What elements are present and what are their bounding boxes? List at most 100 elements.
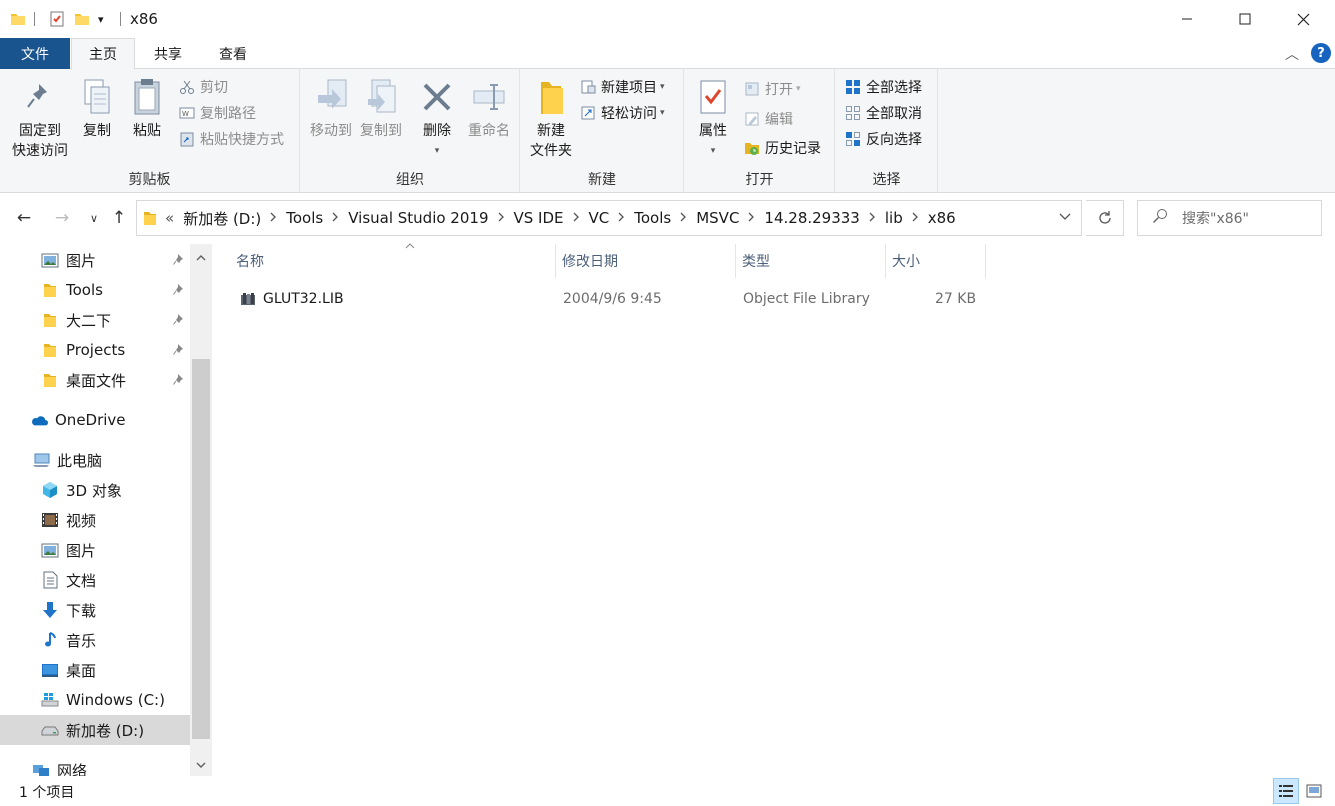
column-header-name[interactable]: 名称 <box>230 241 556 278</box>
sidebar-item-pc-2[interactable]: 图片 <box>0 535 190 565</box>
sidebar-item-quick-1[interactable]: Tools <box>0 275 190 305</box>
invert-selection-button[interactable]: 反向选择 <box>844 127 922 151</box>
column-header-date[interactable]: 修改日期 <box>556 244 736 278</box>
sidebar-item-pc-1[interactable]: 视频 <box>0 505 190 535</box>
maximize-button[interactable] <box>1216 0 1274 38</box>
delete-dropdown-icon[interactable]: ▾ <box>435 141 440 161</box>
refresh-icon[interactable] <box>1086 200 1124 236</box>
sidebar-item-quick-4[interactable]: 桌面文件 <box>0 365 190 395</box>
cut-button[interactable]: 剪切 <box>178 75 228 99</box>
chevron-right-icon[interactable] <box>748 211 755 226</box>
rename-icon <box>471 75 507 119</box>
breadcrumb-item[interactable]: Visual Studio 2019 <box>348 209 488 227</box>
paste-shortcut-button[interactable]: 粘贴快捷方式 <box>178 127 284 151</box>
file-row[interactable]: GLUT32.LIB 2004/9/6 9:45 Object File Lib… <box>230 288 990 310</box>
file-size: 27 KB <box>935 291 977 307</box>
rename-button[interactable]: 重命名 <box>463 75 515 141</box>
copy-to-button[interactable]: 复制到 <box>355 75 407 141</box>
sidebar-item-this-pc[interactable]: 此电脑 <box>0 445 190 475</box>
breadcrumb-item[interactable]: x86 <box>928 209 956 227</box>
new-folder-quick-icon[interactable] <box>74 9 90 29</box>
properties-dropdown-icon[interactable]: ▾ <box>711 141 716 161</box>
file-name: GLUT32.LIB <box>263 291 344 307</box>
new-folder-button[interactable]: 新建 文件夹 <box>525 75 577 161</box>
chevron-right-icon[interactable] <box>573 211 580 226</box>
column-header-type[interactable]: 类型 <box>736 244 886 278</box>
edit-button[interactable]: 编辑 <box>743 107 793 131</box>
chevron-right-icon[interactable] <box>680 211 687 226</box>
breadcrumb-item[interactable]: Tools <box>286 209 323 227</box>
sidebar-item-pc-4[interactable]: 下载 <box>0 595 190 625</box>
minimize-button[interactable] <box>1158 0 1216 38</box>
edit-pencil-icon <box>743 110 761 128</box>
sidebar-item-pc-6[interactable]: 桌面 <box>0 655 190 685</box>
tab-share[interactable]: 共享 <box>138 38 198 69</box>
sidebar-item-quick-3[interactable]: Projects <box>0 335 190 365</box>
nav-scrollbar-thumb[interactable] <box>192 359 210 739</box>
new-item-button[interactable]: 新建项目 ▾ <box>579 75 665 99</box>
scroll-up-arrow-icon[interactable] <box>190 246 212 268</box>
recent-locations-icon[interactable]: ∨ <box>83 206 105 230</box>
search-input[interactable]: 搜索"x86" <box>1182 208 1249 228</box>
paste-button[interactable]: 粘贴 <box>128 75 166 141</box>
chevron-right-icon[interactable] <box>912 211 919 226</box>
search-box[interactable]: 搜索"x86" <box>1137 200 1322 236</box>
delete-button[interactable]: 删除 ▾ <box>415 75 459 161</box>
breadcrumb-item[interactable]: VC <box>589 209 610 227</box>
chevron-right-icon[interactable] <box>270 211 277 226</box>
sidebar-item-quick-2[interactable]: 大二下 <box>0 305 190 335</box>
details-view-icon[interactable] <box>1273 778 1299 804</box>
properties-button[interactable]: 属性 ▾ <box>689 75 737 161</box>
pin-quick-access-button[interactable]: 固定到 快速访问 <box>8 75 72 161</box>
delete-x-icon <box>419 75 455 119</box>
chevron-right-icon[interactable] <box>869 211 876 226</box>
3d-objects-icon <box>41 481 59 499</box>
customize-quick-access-icon[interactable]: ▾ <box>98 9 104 29</box>
copy-path-button[interactable]: W 复制路径 <box>178 101 256 125</box>
chevron-right-icon[interactable] <box>618 211 625 226</box>
breadcrumb-item[interactable]: Tools <box>634 209 671 227</box>
back-arrow-icon[interactable]: ← <box>13 206 35 230</box>
tab-home[interactable]: 主页 <box>71 38 135 70</box>
select-all-button[interactable]: 全部选择 <box>844 75 922 99</box>
organize-group-label: 组织 <box>396 172 424 188</box>
chevron-right-icon[interactable] <box>332 211 339 226</box>
file-list: 名称 修改日期 类型 大小 GLUT32.LIB 2004/9/6 9:45 O… <box>212 241 1335 776</box>
new-group-label: 新建 <box>588 172 616 188</box>
sidebar-item-pc-5[interactable]: 音乐 <box>0 625 190 655</box>
large-icons-view-icon[interactable] <box>1301 778 1327 804</box>
breadcrumb-item[interactable]: 14.28.29333 <box>764 209 859 227</box>
properties-quick-icon[interactable] <box>48 9 66 29</box>
sidebar-item-pc-0[interactable]: 3D 对象 <box>0 475 190 505</box>
open-button[interactable]: 打开 ▾ <box>743 77 801 101</box>
breadcrumb-item[interactable]: 新加卷 (D:) <box>183 208 261 229</box>
close-button[interactable] <box>1274 0 1332 38</box>
column-header-size[interactable]: 大小 <box>886 244 986 278</box>
tab-view[interactable]: 查看 <box>202 38 264 69</box>
sort-ascending-icon <box>405 241 415 252</box>
breadcrumb-overflow[interactable]: « <box>165 209 174 227</box>
sidebar-item-onedrive[interactable]: OneDrive <box>0 405 190 435</box>
sidebar-item-quick-0[interactable]: 图片 <box>0 245 190 275</box>
pin-icon <box>22 75 58 119</box>
forward-arrow-icon[interactable]: → <box>51 206 73 230</box>
address-history-dropdown-icon[interactable] <box>1059 210 1071 225</box>
collapse-ribbon-icon[interactable]: ︿ <box>1285 44 1299 64</box>
breadcrumb-item[interactable]: VS IDE <box>514 209 564 227</box>
select-none-button[interactable]: 全部取消 <box>844 101 922 125</box>
easy-access-button[interactable]: 轻松访问 ▾ <box>579 101 665 125</box>
scroll-down-arrow-icon[interactable] <box>190 754 212 776</box>
tab-file[interactable]: 文件 <box>0 38 70 69</box>
help-icon[interactable]: ? <box>1311 43 1331 63</box>
copy-button[interactable]: 复制 <box>78 75 116 141</box>
move-to-button[interactable]: 移动到 <box>305 75 357 141</box>
chevron-right-icon[interactable] <box>498 211 505 226</box>
sidebar-item-pc-7[interactable]: Windows (C:) <box>0 685 190 715</box>
address-bar[interactable]: « 新加卷 (D:) Tools Visual Studio 2019 VS IDE V… <box>136 200 1082 236</box>
sidebar-item-pc-3[interactable]: 文档 <box>0 565 190 595</box>
sidebar-item-pc-8[interactable]: 新加卷 (D:) <box>0 715 190 745</box>
up-arrow-icon[interactable]: ↑ <box>108 206 130 230</box>
breadcrumb-item[interactable]: MSVC <box>696 209 739 227</box>
history-button[interactable]: 历史记录 <box>743 136 821 160</box>
breadcrumb-item[interactable]: lib <box>885 209 903 227</box>
